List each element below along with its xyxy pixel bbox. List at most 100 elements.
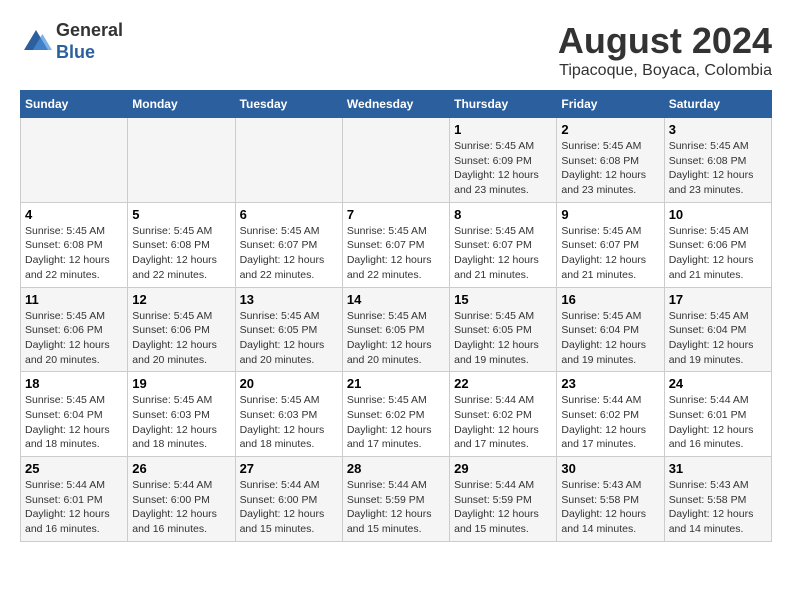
calendar-week-row: 4 Sunrise: 5:45 AM Sunset: 6:08 PM Dayli… (21, 202, 772, 287)
day-detail: Sunrise: 5:45 AM Sunset: 6:06 PM Dayligh… (132, 309, 230, 368)
day-detail: Sunrise: 5:45 AM Sunset: 6:05 PM Dayligh… (240, 309, 338, 368)
day-detail: Sunrise: 5:45 AM Sunset: 6:08 PM Dayligh… (25, 224, 123, 283)
calendar-cell: 15 Sunrise: 5:45 AM Sunset: 6:05 PM Dayl… (450, 287, 557, 372)
day-detail: Sunrise: 5:44 AM Sunset: 6:02 PM Dayligh… (454, 393, 552, 452)
day-number: 31 (669, 461, 767, 476)
day-number: 26 (132, 461, 230, 476)
calendar-cell: 10 Sunrise: 5:45 AM Sunset: 6:06 PM Dayl… (664, 202, 771, 287)
day-number: 23 (561, 376, 659, 391)
day-detail: Sunrise: 5:44 AM Sunset: 6:01 PM Dayligh… (669, 393, 767, 452)
day-detail: Sunrise: 5:45 AM Sunset: 6:08 PM Dayligh… (669, 139, 767, 198)
calendar-cell: 16 Sunrise: 5:45 AM Sunset: 6:04 PM Dayl… (557, 287, 664, 372)
day-number: 16 (561, 292, 659, 307)
weekday-header: Monday (128, 91, 235, 118)
day-detail: Sunrise: 5:45 AM Sunset: 6:04 PM Dayligh… (561, 309, 659, 368)
day-number: 24 (669, 376, 767, 391)
day-detail: Sunrise: 5:45 AM Sunset: 6:07 PM Dayligh… (454, 224, 552, 283)
day-detail: Sunrise: 5:44 AM Sunset: 5:59 PM Dayligh… (347, 478, 445, 537)
calendar-cell: 1 Sunrise: 5:45 AM Sunset: 6:09 PM Dayli… (450, 118, 557, 203)
calendar-cell: 9 Sunrise: 5:45 AM Sunset: 6:07 PM Dayli… (557, 202, 664, 287)
day-detail: Sunrise: 5:44 AM Sunset: 6:01 PM Dayligh… (25, 478, 123, 537)
calendar-cell: 30 Sunrise: 5:43 AM Sunset: 5:58 PM Dayl… (557, 457, 664, 542)
calendar-cell (21, 118, 128, 203)
day-detail: Sunrise: 5:45 AM Sunset: 6:04 PM Dayligh… (669, 309, 767, 368)
day-number: 20 (240, 376, 338, 391)
day-detail: Sunrise: 5:45 AM Sunset: 6:03 PM Dayligh… (132, 393, 230, 452)
day-number: 30 (561, 461, 659, 476)
calendar-cell (235, 118, 342, 203)
calendar-cell (342, 118, 449, 203)
calendar-cell: 3 Sunrise: 5:45 AM Sunset: 6:08 PM Dayli… (664, 118, 771, 203)
weekday-header: Friday (557, 91, 664, 118)
day-detail: Sunrise: 5:45 AM Sunset: 6:05 PM Dayligh… (347, 309, 445, 368)
page-subtitle: Tipacoque, Boyaca, Colombia (558, 62, 772, 80)
calendar-cell: 7 Sunrise: 5:45 AM Sunset: 6:07 PM Dayli… (342, 202, 449, 287)
calendar-table: SundayMondayTuesdayWednesdayThursdayFrid… (20, 90, 772, 542)
day-detail: Sunrise: 5:45 AM Sunset: 6:05 PM Dayligh… (454, 309, 552, 368)
day-detail: Sunrise: 5:45 AM Sunset: 6:07 PM Dayligh… (347, 224, 445, 283)
day-detail: Sunrise: 5:44 AM Sunset: 6:00 PM Dayligh… (240, 478, 338, 537)
calendar-cell: 2 Sunrise: 5:45 AM Sunset: 6:08 PM Dayli… (557, 118, 664, 203)
calendar-cell: 27 Sunrise: 5:44 AM Sunset: 6:00 PM Dayl… (235, 457, 342, 542)
logo: General Blue (20, 20, 123, 63)
day-detail: Sunrise: 5:45 AM Sunset: 6:07 PM Dayligh… (240, 224, 338, 283)
calendar-cell: 8 Sunrise: 5:45 AM Sunset: 6:07 PM Dayli… (450, 202, 557, 287)
day-number: 10 (669, 207, 767, 222)
day-detail: Sunrise: 5:45 AM Sunset: 6:08 PM Dayligh… (132, 224, 230, 283)
calendar-cell: 26 Sunrise: 5:44 AM Sunset: 6:00 PM Dayl… (128, 457, 235, 542)
day-detail: Sunrise: 5:45 AM Sunset: 6:06 PM Dayligh… (669, 224, 767, 283)
calendar-cell: 6 Sunrise: 5:45 AM Sunset: 6:07 PM Dayli… (235, 202, 342, 287)
calendar-cell: 21 Sunrise: 5:45 AM Sunset: 6:02 PM Dayl… (342, 372, 449, 457)
day-number: 11 (25, 292, 123, 307)
weekday-header: Thursday (450, 91, 557, 118)
day-number: 25 (25, 461, 123, 476)
calendar-cell: 4 Sunrise: 5:45 AM Sunset: 6:08 PM Dayli… (21, 202, 128, 287)
day-number: 17 (669, 292, 767, 307)
calendar-cell: 24 Sunrise: 5:44 AM Sunset: 6:01 PM Dayl… (664, 372, 771, 457)
day-detail: Sunrise: 5:45 AM Sunset: 6:04 PM Dayligh… (25, 393, 123, 452)
page-header: General Blue August 2024 Tipacoque, Boya… (20, 20, 772, 80)
calendar-cell: 13 Sunrise: 5:45 AM Sunset: 6:05 PM Dayl… (235, 287, 342, 372)
calendar-cell: 20 Sunrise: 5:45 AM Sunset: 6:03 PM Dayl… (235, 372, 342, 457)
calendar-cell: 5 Sunrise: 5:45 AM Sunset: 6:08 PM Dayli… (128, 202, 235, 287)
day-number: 6 (240, 207, 338, 222)
day-number: 9 (561, 207, 659, 222)
calendar-cell: 29 Sunrise: 5:44 AM Sunset: 5:59 PM Dayl… (450, 457, 557, 542)
day-detail: Sunrise: 5:45 AM Sunset: 6:06 PM Dayligh… (25, 309, 123, 368)
calendar-cell: 23 Sunrise: 5:44 AM Sunset: 6:02 PM Dayl… (557, 372, 664, 457)
weekday-header: Wednesday (342, 91, 449, 118)
day-number: 3 (669, 122, 767, 137)
day-number: 8 (454, 207, 552, 222)
calendar-week-row: 11 Sunrise: 5:45 AM Sunset: 6:06 PM Dayl… (21, 287, 772, 372)
day-detail: Sunrise: 5:44 AM Sunset: 6:00 PM Dayligh… (132, 478, 230, 537)
calendar-cell: 28 Sunrise: 5:44 AM Sunset: 5:59 PM Dayl… (342, 457, 449, 542)
calendar-cell: 14 Sunrise: 5:45 AM Sunset: 6:05 PM Dayl… (342, 287, 449, 372)
calendar-cell: 25 Sunrise: 5:44 AM Sunset: 6:01 PM Dayl… (21, 457, 128, 542)
calendar-cell: 17 Sunrise: 5:45 AM Sunset: 6:04 PM Dayl… (664, 287, 771, 372)
day-detail: Sunrise: 5:44 AM Sunset: 5:59 PM Dayligh… (454, 478, 552, 537)
logo-blue-text: Blue (56, 42, 95, 62)
day-number: 5 (132, 207, 230, 222)
day-number: 13 (240, 292, 338, 307)
weekday-header: Sunday (21, 91, 128, 118)
calendar-week-row: 25 Sunrise: 5:44 AM Sunset: 6:01 PM Dayl… (21, 457, 772, 542)
day-detail: Sunrise: 5:43 AM Sunset: 5:58 PM Dayligh… (561, 478, 659, 537)
calendar-cell: 31 Sunrise: 5:43 AM Sunset: 5:58 PM Dayl… (664, 457, 771, 542)
calendar-header-row: SundayMondayTuesdayWednesdayThursdayFrid… (21, 91, 772, 118)
logo-general-text: General (56, 20, 123, 40)
day-detail: Sunrise: 5:45 AM Sunset: 6:09 PM Dayligh… (454, 139, 552, 198)
calendar-cell: 18 Sunrise: 5:45 AM Sunset: 6:04 PM Dayl… (21, 372, 128, 457)
calendar-cell: 19 Sunrise: 5:45 AM Sunset: 6:03 PM Dayl… (128, 372, 235, 457)
day-number: 12 (132, 292, 230, 307)
weekday-header: Saturday (664, 91, 771, 118)
day-number: 7 (347, 207, 445, 222)
day-number: 19 (132, 376, 230, 391)
day-detail: Sunrise: 5:45 AM Sunset: 6:08 PM Dayligh… (561, 139, 659, 198)
day-number: 2 (561, 122, 659, 137)
logo-icon (20, 26, 52, 58)
day-number: 14 (347, 292, 445, 307)
title-block: August 2024 Tipacoque, Boyaca, Colombia (558, 20, 772, 80)
day-detail: Sunrise: 5:45 AM Sunset: 6:07 PM Dayligh… (561, 224, 659, 283)
day-number: 1 (454, 122, 552, 137)
calendar-cell: 22 Sunrise: 5:44 AM Sunset: 6:02 PM Dayl… (450, 372, 557, 457)
